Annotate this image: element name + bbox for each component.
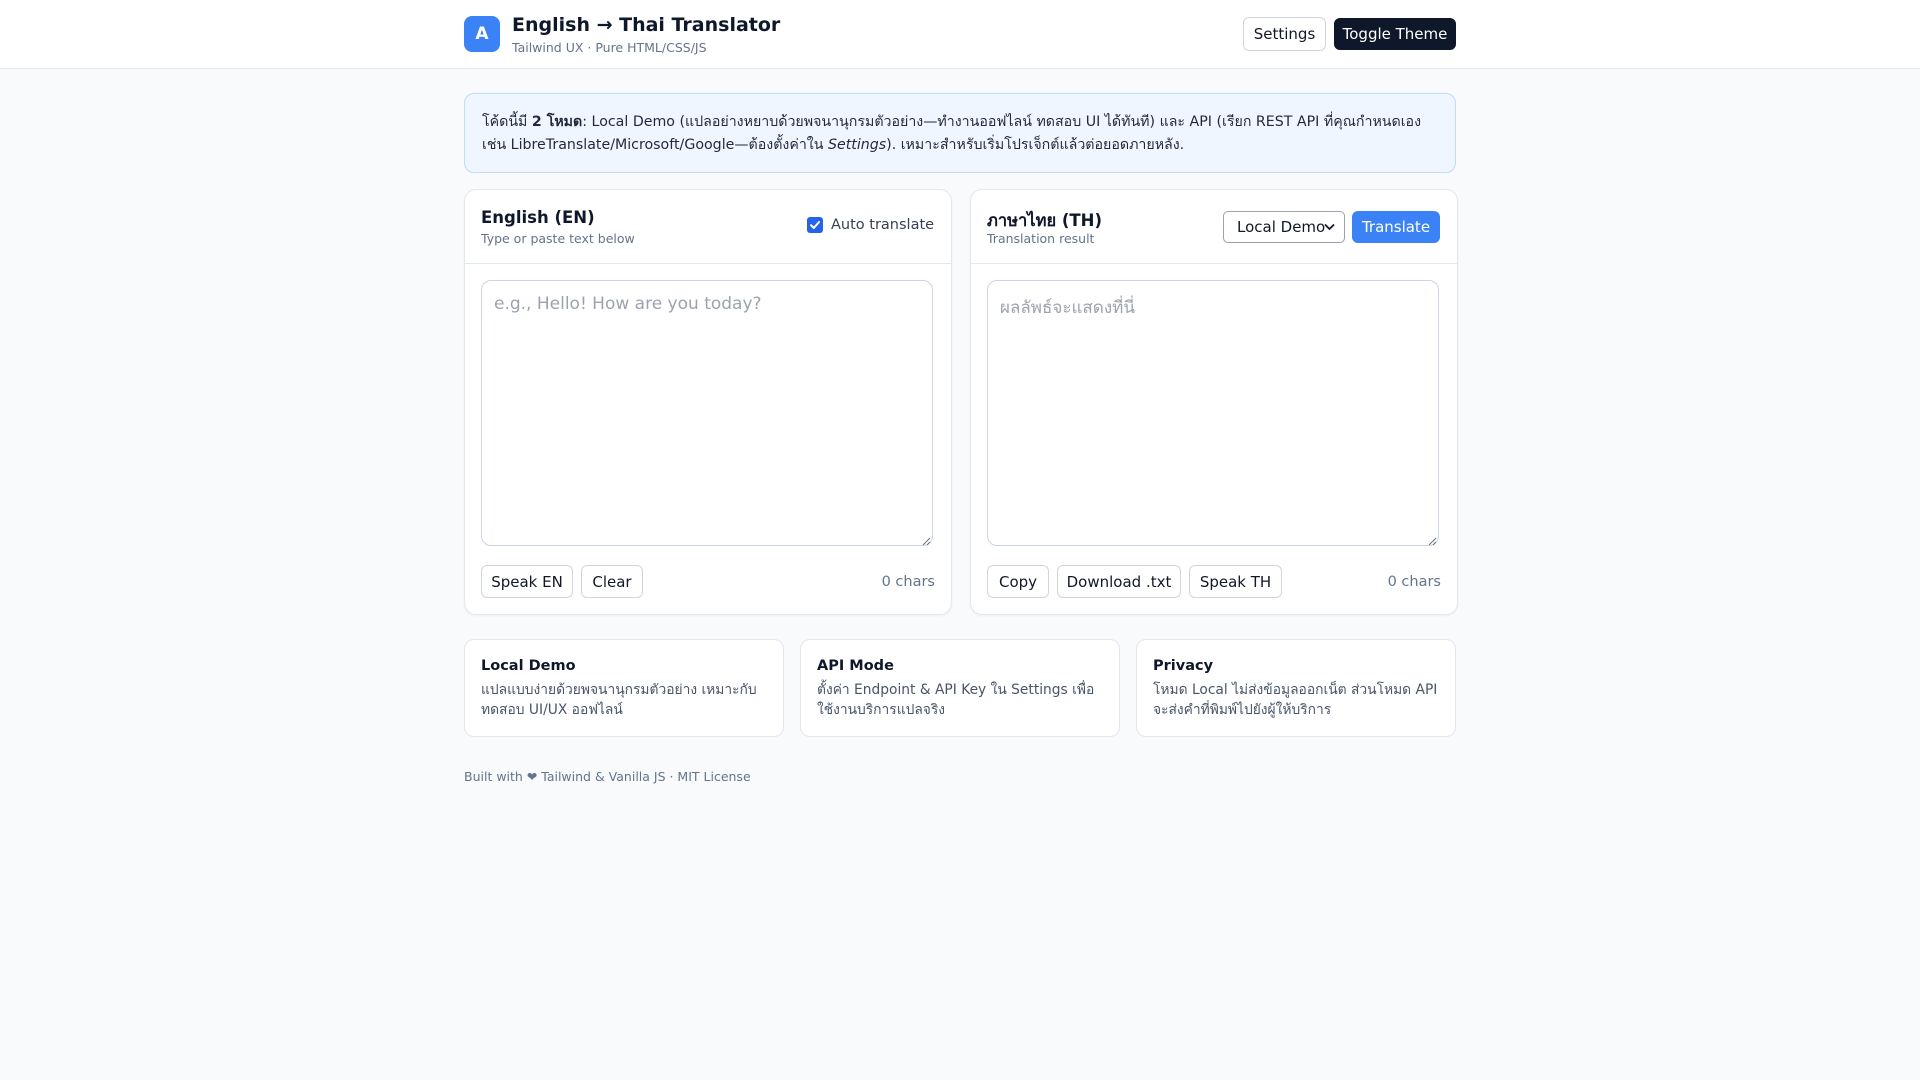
- auto-translate-checkbox[interactable]: [807, 217, 823, 233]
- english-input[interactable]: [481, 280, 933, 546]
- info-card-text: ตั้งค่า Endpoint & API Key ใน Settings เ…: [817, 682, 1095, 718]
- translate-button[interactable]: Translate: [1352, 211, 1440, 243]
- source-title: English (EN): [481, 208, 595, 227]
- source-char-count: 0 chars: [881, 574, 935, 590]
- mode-select-value: Local Demo: [1237, 218, 1326, 236]
- auto-translate-toggle[interactable]: Auto translate: [807, 217, 934, 233]
- resize-handle-icon[interactable]: [922, 537, 931, 546]
- info-card-api-mode: API Mode ตั้งค่า Endpoint & API Key ใน S…: [800, 639, 1120, 737]
- settings-button[interactable]: Settings: [1243, 17, 1326, 51]
- info-card-text: โหมด Local ไม่ส่งข้อมูลออกเน็ต ส่วนโหมด …: [1153, 682, 1438, 718]
- info-card-privacy: Privacy โหมด Local ไม่ส่งข้อมูลออกเน็ต ส…: [1136, 639, 1456, 737]
- auto-translate-label: Auto translate: [831, 217, 935, 233]
- banner-prefix: โค้ดนี้มี: [482, 114, 532, 130]
- app-subtitle: Tailwind UX · Pure HTML/CSS/JS: [512, 40, 707, 55]
- copy-button[interactable]: Copy: [987, 565, 1049, 598]
- info-card-title: Privacy: [1153, 658, 1214, 674]
- chevron-down-icon: [1324, 223, 1335, 231]
- download-txt-button[interactable]: Download .txt: [1057, 565, 1181, 598]
- footer-credits: Built with ❤ Tailwind & Vanilla JS · MIT…: [464, 769, 751, 784]
- mode-info-banner: โค้ดนี้มี 2 โหมด: Local Demo (แปลอย่างหย…: [464, 93, 1456, 173]
- info-card-title: Local Demo: [481, 658, 576, 674]
- source-card: English (EN) Type or paste text below Au…: [464, 189, 952, 615]
- check-icon: [810, 221, 820, 229]
- banner-bold: 2 โหมด: [531, 114, 583, 130]
- target-card: ภาษาไทย (TH) Translation result Local De…: [970, 189, 1458, 615]
- thai-output[interactable]: [987, 280, 1439, 546]
- target-char-count: 0 chars: [1387, 574, 1441, 590]
- logo-letter: A: [475, 24, 489, 44]
- toggle-theme-button[interactable]: Toggle Theme: [1334, 18, 1456, 50]
- app-logo: A: [464, 16, 500, 52]
- app-title: English → Thai Translator: [512, 14, 781, 36]
- speak-th-button[interactable]: Speak TH: [1189, 565, 1282, 598]
- info-card-text: แปลแบบง่ายด้วยพจนานุกรมตัวอย่าง เหมาะกับ…: [481, 682, 757, 718]
- banner-italic: Settings: [827, 137, 887, 153]
- mode-select[interactable]: Local Demo: [1223, 211, 1345, 243]
- source-card-header: English (EN) Type or paste text below Au…: [465, 190, 951, 264]
- target-subtitle: Translation result: [987, 231, 1095, 246]
- target-card-header: ภาษาไทย (TH) Translation result Local De…: [971, 190, 1457, 264]
- resize-handle-icon[interactable]: [1428, 537, 1437, 546]
- info-card-title: API Mode: [817, 658, 894, 674]
- banner-suffix: ). เหมาะสำหรับเริ่มโปรเจ็กต์แล้วต่อยอดภา…: [886, 137, 1185, 153]
- source-subtitle: Type or paste text below: [481, 231, 635, 246]
- app-header: A English → Thai Translator Tailwind UX …: [0, 0, 1920, 69]
- info-card-local-demo: Local Demo แปลแบบง่ายด้วยพจนานุกรมตัวอย่…: [464, 639, 784, 737]
- clear-button[interactable]: Clear: [581, 565, 643, 598]
- speak-en-button[interactable]: Speak EN: [481, 565, 573, 598]
